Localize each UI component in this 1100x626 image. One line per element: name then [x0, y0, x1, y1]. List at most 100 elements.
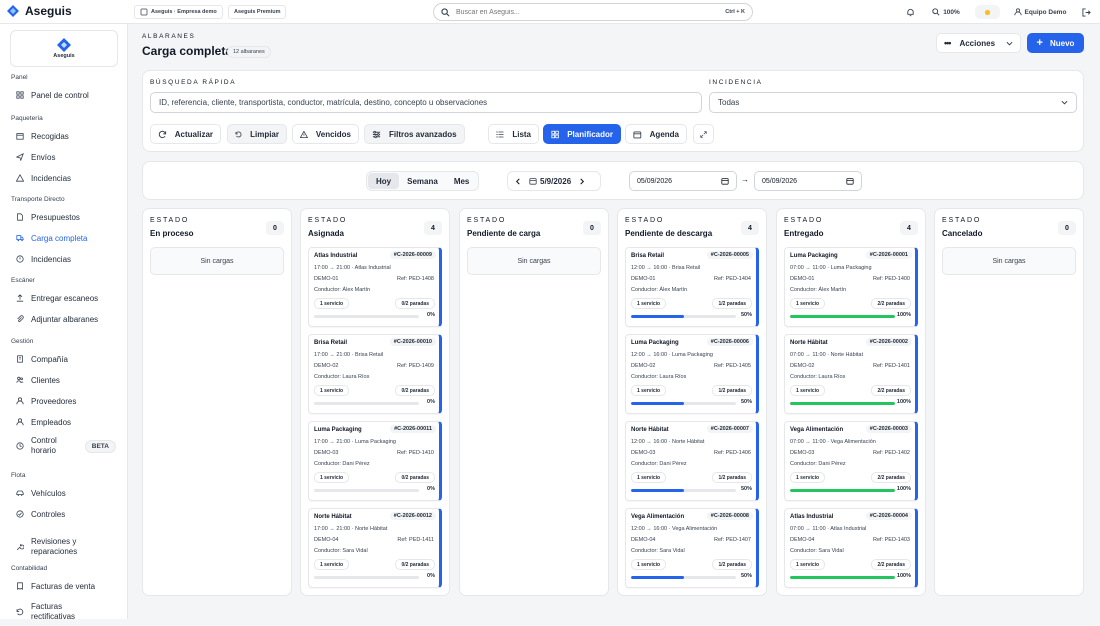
sidebar-item-adjuntar-albaranes[interactable]: Adjuntar albaranes: [10, 310, 120, 328]
card-progress-percent: 100%: [896, 573, 911, 579]
actions-menu-button[interactable]: ••• Acciones: [936, 33, 1021, 53]
load-card[interactable]: Vega Alimentación #C-2026-00003 07:00 → 11…: [784, 421, 918, 501]
card-id-badge: #C-2026-00006: [706, 338, 753, 346]
user-menu[interactable]: Equipo Demo: [1011, 4, 1069, 20]
card-progress-bar: [631, 489, 736, 492]
sidebar-item-recogidas[interactable]: Recogidas: [10, 127, 120, 145]
card-vehicle: DEMO-03: [790, 450, 815, 456]
refund-icon: [16, 608, 24, 616]
sidebar-item-revisiones-y-reparaciones[interactable]: Revisiones y reparaciones: [10, 533, 120, 561]
view-agenda-button[interactable]: Agenda: [625, 124, 687, 144]
sidebar-item-carga-completa[interactable]: Carga completa: [10, 229, 120, 247]
prev-day-button[interactable]: [509, 173, 527, 189]
sidebar-item-label: Facturas de venta: [31, 581, 96, 591]
global-search-input[interactable]: [456, 8, 720, 16]
load-card[interactable]: Luma Packaging #C-2026-00001 07:00 → 11:00…: [784, 247, 918, 327]
global-search[interactable]: Ctrl + K: [433, 3, 753, 21]
view-planner-label: Planificador: [567, 129, 613, 139]
brand[interactable]: Aseguis: [6, 4, 72, 18]
zoom-control[interactable]: 100%: [926, 4, 966, 20]
load-card[interactable]: Norte Hábitat #C-2026-00007 12:00 → 16:00 …: [625, 421, 759, 501]
refresh-button[interactable]: Actualizar: [150, 124, 221, 144]
sidebar-item-vehículos[interactable]: Vehículos: [10, 484, 120, 502]
sidebar-item-panel-de-control[interactable]: Panel de control: [10, 86, 120, 104]
wrench-icon: [16, 543, 24, 551]
overdue-label: Vencidos: [315, 129, 351, 139]
range-mes[interactable]: Mes: [446, 173, 478, 189]
card-time-window: 07:00 → 11:00 · Vega Alimentación: [790, 439, 876, 445]
kanban-column-entregado: ESTADO Entregado 4 Luma Packaging #C-2026-00…: [776, 208, 926, 596]
load-card[interactable]: Luma Packaging #C-2026-00011 17:00 → 21:00…: [308, 421, 442, 501]
current-date[interactable]: 5/9/2026: [527, 173, 573, 189]
date-from-value: 05/09/2026: [637, 177, 673, 185]
sidebar-item-label: Control horario: [31, 436, 57, 455]
sidebar-item-presupuestos[interactable]: Presupuestos: [10, 208, 120, 226]
card-vehicle: DEMO-04: [790, 537, 815, 543]
next-day-button[interactable]: [573, 173, 591, 189]
aseguis-logo-icon: [57, 38, 71, 52]
workspace-selector[interactable]: Aseguis · Empresa demo: [134, 5, 223, 19]
sidebar-item-compañía[interactable]: Compañía: [10, 350, 120, 368]
sidebar-logo-text: Aseguis: [53, 53, 75, 59]
column-title: Pendiente de carga: [467, 229, 541, 238]
card-progress-fill: [631, 489, 684, 492]
sidebar-item-facturas-de-venta[interactable]: Facturas de venta: [10, 577, 120, 595]
load-card[interactable]: Brisa Retail #C-2026-00005 12:00 → 16:00 ·…: [625, 247, 759, 327]
date-to-value: 05/09/2026: [762, 177, 798, 185]
employee-icon: [16, 418, 24, 426]
date-from-input[interactable]: 05/09/2026: [629, 171, 737, 191]
column-count-badge: 0: [266, 221, 284, 235]
sidebar-item-clientes[interactable]: Clientes: [10, 371, 120, 389]
zoom-icon: [932, 8, 940, 16]
load-card[interactable]: Norte Hábitat #C-2026-00002 07:00 → 11:00 …: [784, 334, 918, 414]
sidebar-item-entregar-escaneos[interactable]: Entregar escaneos: [10, 289, 120, 307]
sidebar-item-controles[interactable]: Controles: [10, 505, 120, 523]
range-hoy[interactable]: Hoy: [368, 173, 400, 189]
date-to-input[interactable]: 05/09/2026: [754, 171, 862, 191]
expand-button[interactable]: [693, 124, 714, 144]
incident-select[interactable]: Todas: [709, 92, 1077, 113]
load-card[interactable]: Brisa Retail #C-2026-00010 17:00 → 21:00 ·…: [308, 334, 442, 414]
current-date-label: 5/9/2026: [540, 176, 572, 186]
sidebar-item-facturas-rectificativas[interactable]: Facturas rectificativas: [10, 598, 120, 626]
supplier-icon: [16, 397, 24, 405]
load-card[interactable]: Luma Packaging #C-2026-00006 12:00 → 16:00…: [625, 334, 759, 414]
logout-button[interactable]: [1078, 4, 1094, 20]
quick-search-input[interactable]: ID, referencia, cliente, transportista, …: [150, 92, 702, 113]
sidebar-item-proveedores[interactable]: Proveedores: [10, 392, 120, 410]
range-semana[interactable]: Semana: [399, 173, 446, 189]
notifications-button[interactable]: [902, 4, 918, 20]
sidebar-item-empleados[interactable]: Empleados: [10, 413, 120, 431]
building-icon: [17, 355, 23, 363]
sidebar-item-envíos[interactable]: Envíos: [10, 148, 120, 166]
card-progress-bar: [314, 315, 419, 318]
sidebar-item-incidencias[interactable]: Incidencias: [10, 169, 120, 187]
view-list-button[interactable]: Lista: [488, 124, 539, 144]
theme-toggle[interactable]: [975, 5, 1000, 19]
load-card[interactable]: Atlas Industrial #C-2026-00009 17:00 → 21:…: [308, 247, 442, 327]
advanced-filters-button[interactable]: Filtros avanzados: [364, 124, 465, 144]
bell-icon: [906, 8, 914, 16]
plan-badge[interactable]: Aseguis Premium: [228, 5, 287, 19]
column-state-label: ESTADO: [625, 217, 665, 224]
card-services-pill: 1 servicio: [790, 385, 826, 396]
sidebar-logo[interactable]: Aseguis: [10, 30, 118, 67]
load-card[interactable]: Atlas Industrial #C-2026-00004 07:00 → 11:…: [784, 508, 918, 588]
load-card[interactable]: Norte Hábitat #C-2026-00012 17:00 → 21:00 …: [308, 508, 442, 588]
card-progress-bar: [631, 402, 736, 405]
new-button[interactable]: + Nuevo: [1027, 33, 1084, 53]
sidebar-item-control-horario[interactable]: Control horario BETA: [10, 436, 120, 455]
card-id-badge: #C-2026-00005: [706, 251, 753, 259]
card-client: Luma Packaging: [790, 253, 838, 259]
sidebar-item-incidencias[interactable]: Incidencias: [10, 250, 120, 268]
reset-icon: [235, 131, 242, 137]
view-planner-button[interactable]: Planificador: [543, 124, 621, 144]
card-progress-bar: [314, 489, 419, 492]
overdue-button[interactable]: Vencidos: [292, 124, 359, 144]
card-client: Norte Hábitat: [314, 514, 352, 520]
calendar-icon: [846, 178, 854, 185]
card-id-badge: #C-2026-00002: [865, 338, 912, 346]
clear-button[interactable]: Limpiar: [227, 124, 287, 144]
load-card[interactable]: Vega Alimentación #C-2026-00008 12:00 → 16…: [625, 508, 759, 588]
column-state-label: ESTADO: [467, 217, 507, 224]
